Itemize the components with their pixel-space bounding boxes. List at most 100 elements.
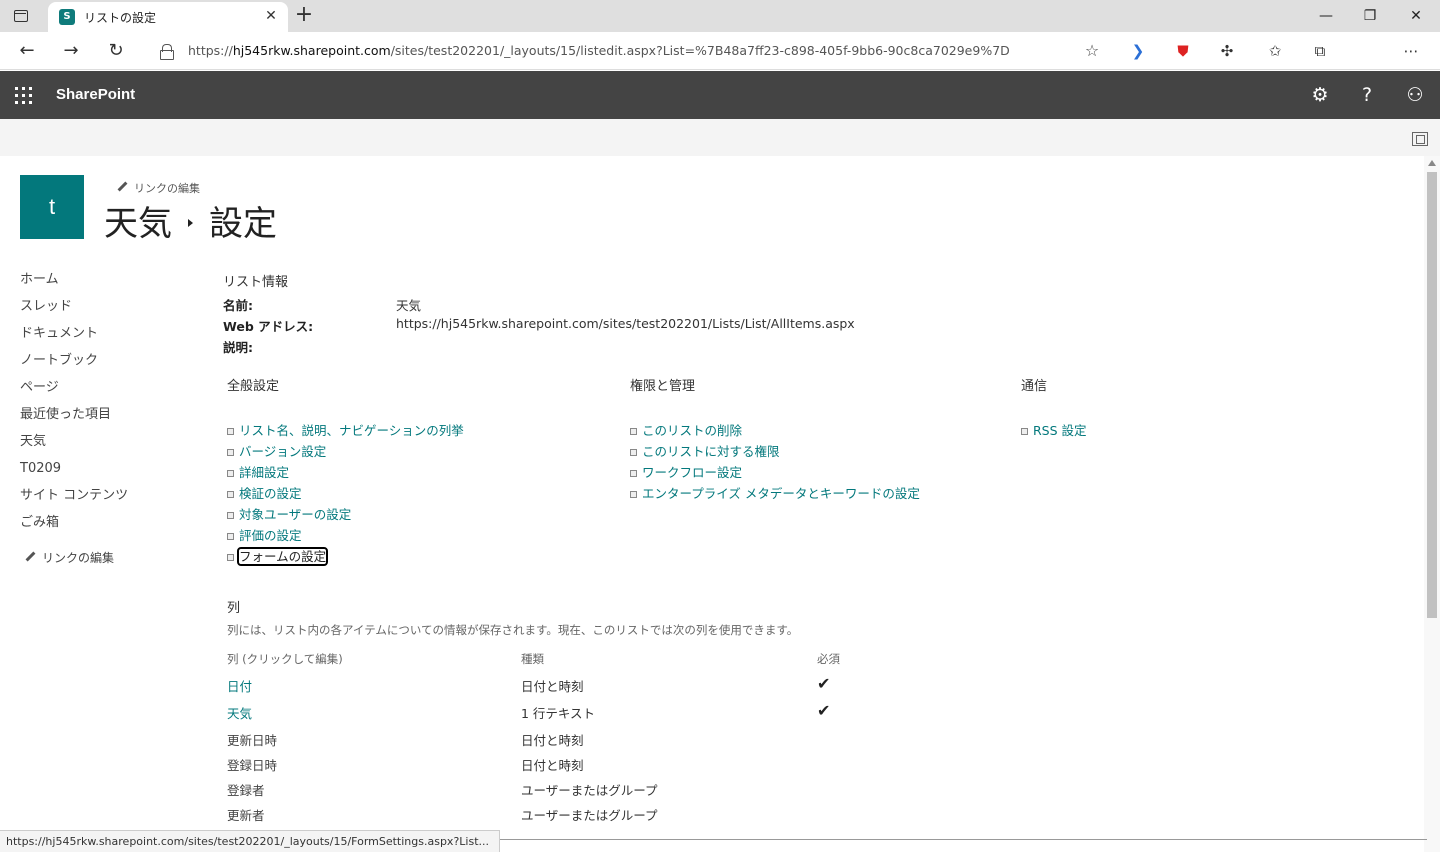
- window-close-icon[interactable]: ✕: [1402, 6, 1430, 26]
- nav-item-home[interactable]: ホーム: [20, 271, 190, 298]
- site-logo[interactable]: t: [20, 175, 84, 239]
- focus-mode-icon[interactable]: [1412, 132, 1428, 146]
- browser-tab[interactable]: S リストの設定 ✕: [48, 2, 288, 32]
- column-type: 1 行テキスト: [521, 706, 596, 721]
- page-title: 天気 設定: [104, 196, 277, 245]
- column-type: 日付と時刻: [521, 679, 584, 694]
- tab-close-icon[interactable]: ✕: [262, 7, 280, 25]
- url-field[interactable]: https://hj545rkw.sharepoint.com/sites/te…: [144, 37, 1108, 66]
- columns-heading: 列: [227, 601, 241, 616]
- breadcrumb-current: 設定: [209, 204, 277, 244]
- add-favorite-icon[interactable]: ☆: [1082, 41, 1102, 61]
- communications-links: RSS 設定: [1021, 423, 1087, 444]
- link-form-settings[interactable]: フォームの設定: [227, 547, 464, 570]
- web-address-value: https://hj545rkw.sharepoint.com/sites/te…: [396, 316, 855, 331]
- help-icon[interactable]: ?: [1355, 83, 1379, 107]
- nav-item-t0209[interactable]: T0209: [20, 460, 190, 487]
- list-info-heading: リスト情報: [223, 275, 289, 290]
- table-row: 更新者 ユーザーまたはグループ: [223, 805, 1123, 830]
- breadcrumb-separator-icon: [188, 219, 193, 227]
- link-rss-settings[interactable]: RSS 設定: [1021, 423, 1087, 444]
- nav-item-threads[interactable]: スレッド: [20, 298, 190, 325]
- name-value: 天気: [396, 298, 422, 313]
- link-validation-settings[interactable]: 検証の設定: [227, 486, 464, 507]
- url-text: https://hj545rkw.sharepoint.com/sites/te…: [188, 43, 1010, 58]
- web-address-label: Web アドレス:: [223, 319, 314, 334]
- column-type-header: 種類: [521, 652, 544, 666]
- table-row: 天気 1 行テキスト ✔: [223, 701, 1123, 728]
- edit-links-nav[interactable]: リンクの編集: [20, 549, 190, 566]
- column-type: ユーザーまたはグループ: [521, 783, 658, 798]
- column-type: 日付と時刻: [521, 758, 584, 773]
- required-check-icon: ✔: [817, 701, 831, 720]
- restore-icon[interactable]: ❐: [1356, 6, 1384, 26]
- nav-item-documents[interactable]: ドキュメント: [20, 325, 190, 352]
- ribbon-bar: [0, 119, 1440, 156]
- tab-actions-icon[interactable]: [10, 7, 32, 25]
- nav-item-weather[interactable]: 天気: [20, 433, 190, 460]
- nav-item-pages[interactable]: ページ: [20, 379, 190, 406]
- app-launcher-icon[interactable]: [15, 87, 33, 105]
- sharepoint-brand-link[interactable]: SharePoint: [56, 86, 135, 103]
- new-tab-icon[interactable]: +: [292, 4, 316, 28]
- link-delete-list[interactable]: このリストの削除: [630, 423, 920, 444]
- column-link-date[interactable]: 日付: [227, 676, 252, 695]
- column-type: 日付と時刻: [521, 733, 584, 748]
- communications-heading: 通信: [1021, 379, 1048, 394]
- shield-extension-icon[interactable]: ⛊: [1172, 40, 1194, 62]
- suite-bar: SharePoint ⚙ ? ⚇: [0, 71, 1440, 119]
- column-name-header: 列 (クリックして編集): [227, 652, 343, 666]
- column-name: 更新日時: [227, 733, 278, 748]
- nav-item-notebook[interactable]: ノートブック: [20, 352, 190, 379]
- sharepoint-favicon-icon: S: [59, 9, 75, 25]
- link-rating-settings[interactable]: 評価の設定: [227, 528, 464, 549]
- address-bar-row: ← → ↻ https://hj545rkw.sharepoint.com/si…: [0, 32, 1440, 94]
- link-workflow-settings[interactable]: ワークフロー設定: [630, 465, 920, 486]
- link-metadata-settings[interactable]: エンタープライズ メタデータとキーワードの設定: [630, 486, 920, 507]
- settings-gear-icon[interactable]: ⚙: [1308, 83, 1332, 107]
- nav-item-recycle-bin[interactable]: ごみ箱: [20, 514, 190, 541]
- tab-title: リストの設定: [84, 11, 157, 25]
- name-label: 名前:: [223, 298, 253, 313]
- scroll-up-icon[interactable]: [1428, 160, 1436, 166]
- column-name: 登録日時: [227, 758, 278, 773]
- link-advanced-settings[interactable]: 詳細設定: [227, 465, 464, 486]
- link-list-permissions[interactable]: このリストに対する権限: [630, 444, 920, 465]
- table-row: 登録日時 日付と時刻: [223, 755, 1123, 780]
- forward-icon[interactable]: →: [60, 40, 82, 62]
- refresh-icon[interactable]: ↻: [105, 40, 127, 62]
- extension-arrow-icon[interactable]: ❯: [1127, 40, 1149, 62]
- table-row: 更新日時 日付と時刻: [223, 730, 1123, 755]
- required-check-icon: ✔: [817, 674, 831, 693]
- column-name: 登録者: [227, 783, 265, 798]
- collections-icon[interactable]: ⧉: [1309, 40, 1331, 62]
- column-link-weather[interactable]: 天気: [227, 703, 252, 722]
- extensions-puzzle-icon[interactable]: ✣: [1216, 40, 1238, 62]
- description-label: 説明:: [223, 340, 253, 355]
- scroll-thumb[interactable]: [1427, 172, 1437, 618]
- left-navigation: ホーム スレッド ドキュメント ノートブック ページ 最近使った項目 天気 T0…: [20, 271, 190, 566]
- link-audience-settings[interactable]: 対象ユーザーの設定: [227, 507, 464, 528]
- general-settings-heading: 全般設定: [227, 379, 280, 394]
- breadcrumb-list-link[interactable]: 天気: [104, 204, 172, 244]
- columns-description: 列には、リスト内の各アイテムについての情報が保存されます。現在、このリストでは次…: [227, 623, 799, 637]
- link-versioning-settings[interactable]: バージョン設定: [227, 444, 464, 465]
- favorites-icon[interactable]: ✩: [1264, 40, 1286, 62]
- column-required-header: 必須: [817, 652, 840, 666]
- account-icon[interactable]: ⚇: [1403, 83, 1427, 107]
- browser-tab-bar: S リストの設定 ✕ + — ❐ ✕: [0, 0, 1440, 32]
- lock-icon[interactable]: [160, 44, 174, 60]
- back-icon[interactable]: ←: [16, 40, 38, 62]
- divider: [470, 839, 1427, 840]
- column-type: ユーザーまたはグループ: [521, 808, 658, 823]
- more-menu-icon[interactable]: ⋯: [1400, 40, 1422, 62]
- vertical-scrollbar[interactable]: [1424, 156, 1440, 852]
- link-list-name-description[interactable]: リスト名、説明、ナビゲーションの列挙: [227, 423, 464, 444]
- minimize-icon[interactable]: —: [1312, 6, 1340, 26]
- nav-item-site-contents[interactable]: サイト コンテンツ: [20, 487, 190, 514]
- pencil-icon: [24, 551, 36, 563]
- edit-links-top[interactable]: リンクの編集: [116, 180, 200, 196]
- column-name: 更新者: [227, 808, 265, 823]
- nav-item-recent[interactable]: 最近使った項目: [20, 406, 190, 433]
- permissions-heading: 権限と管理: [630, 379, 696, 394]
